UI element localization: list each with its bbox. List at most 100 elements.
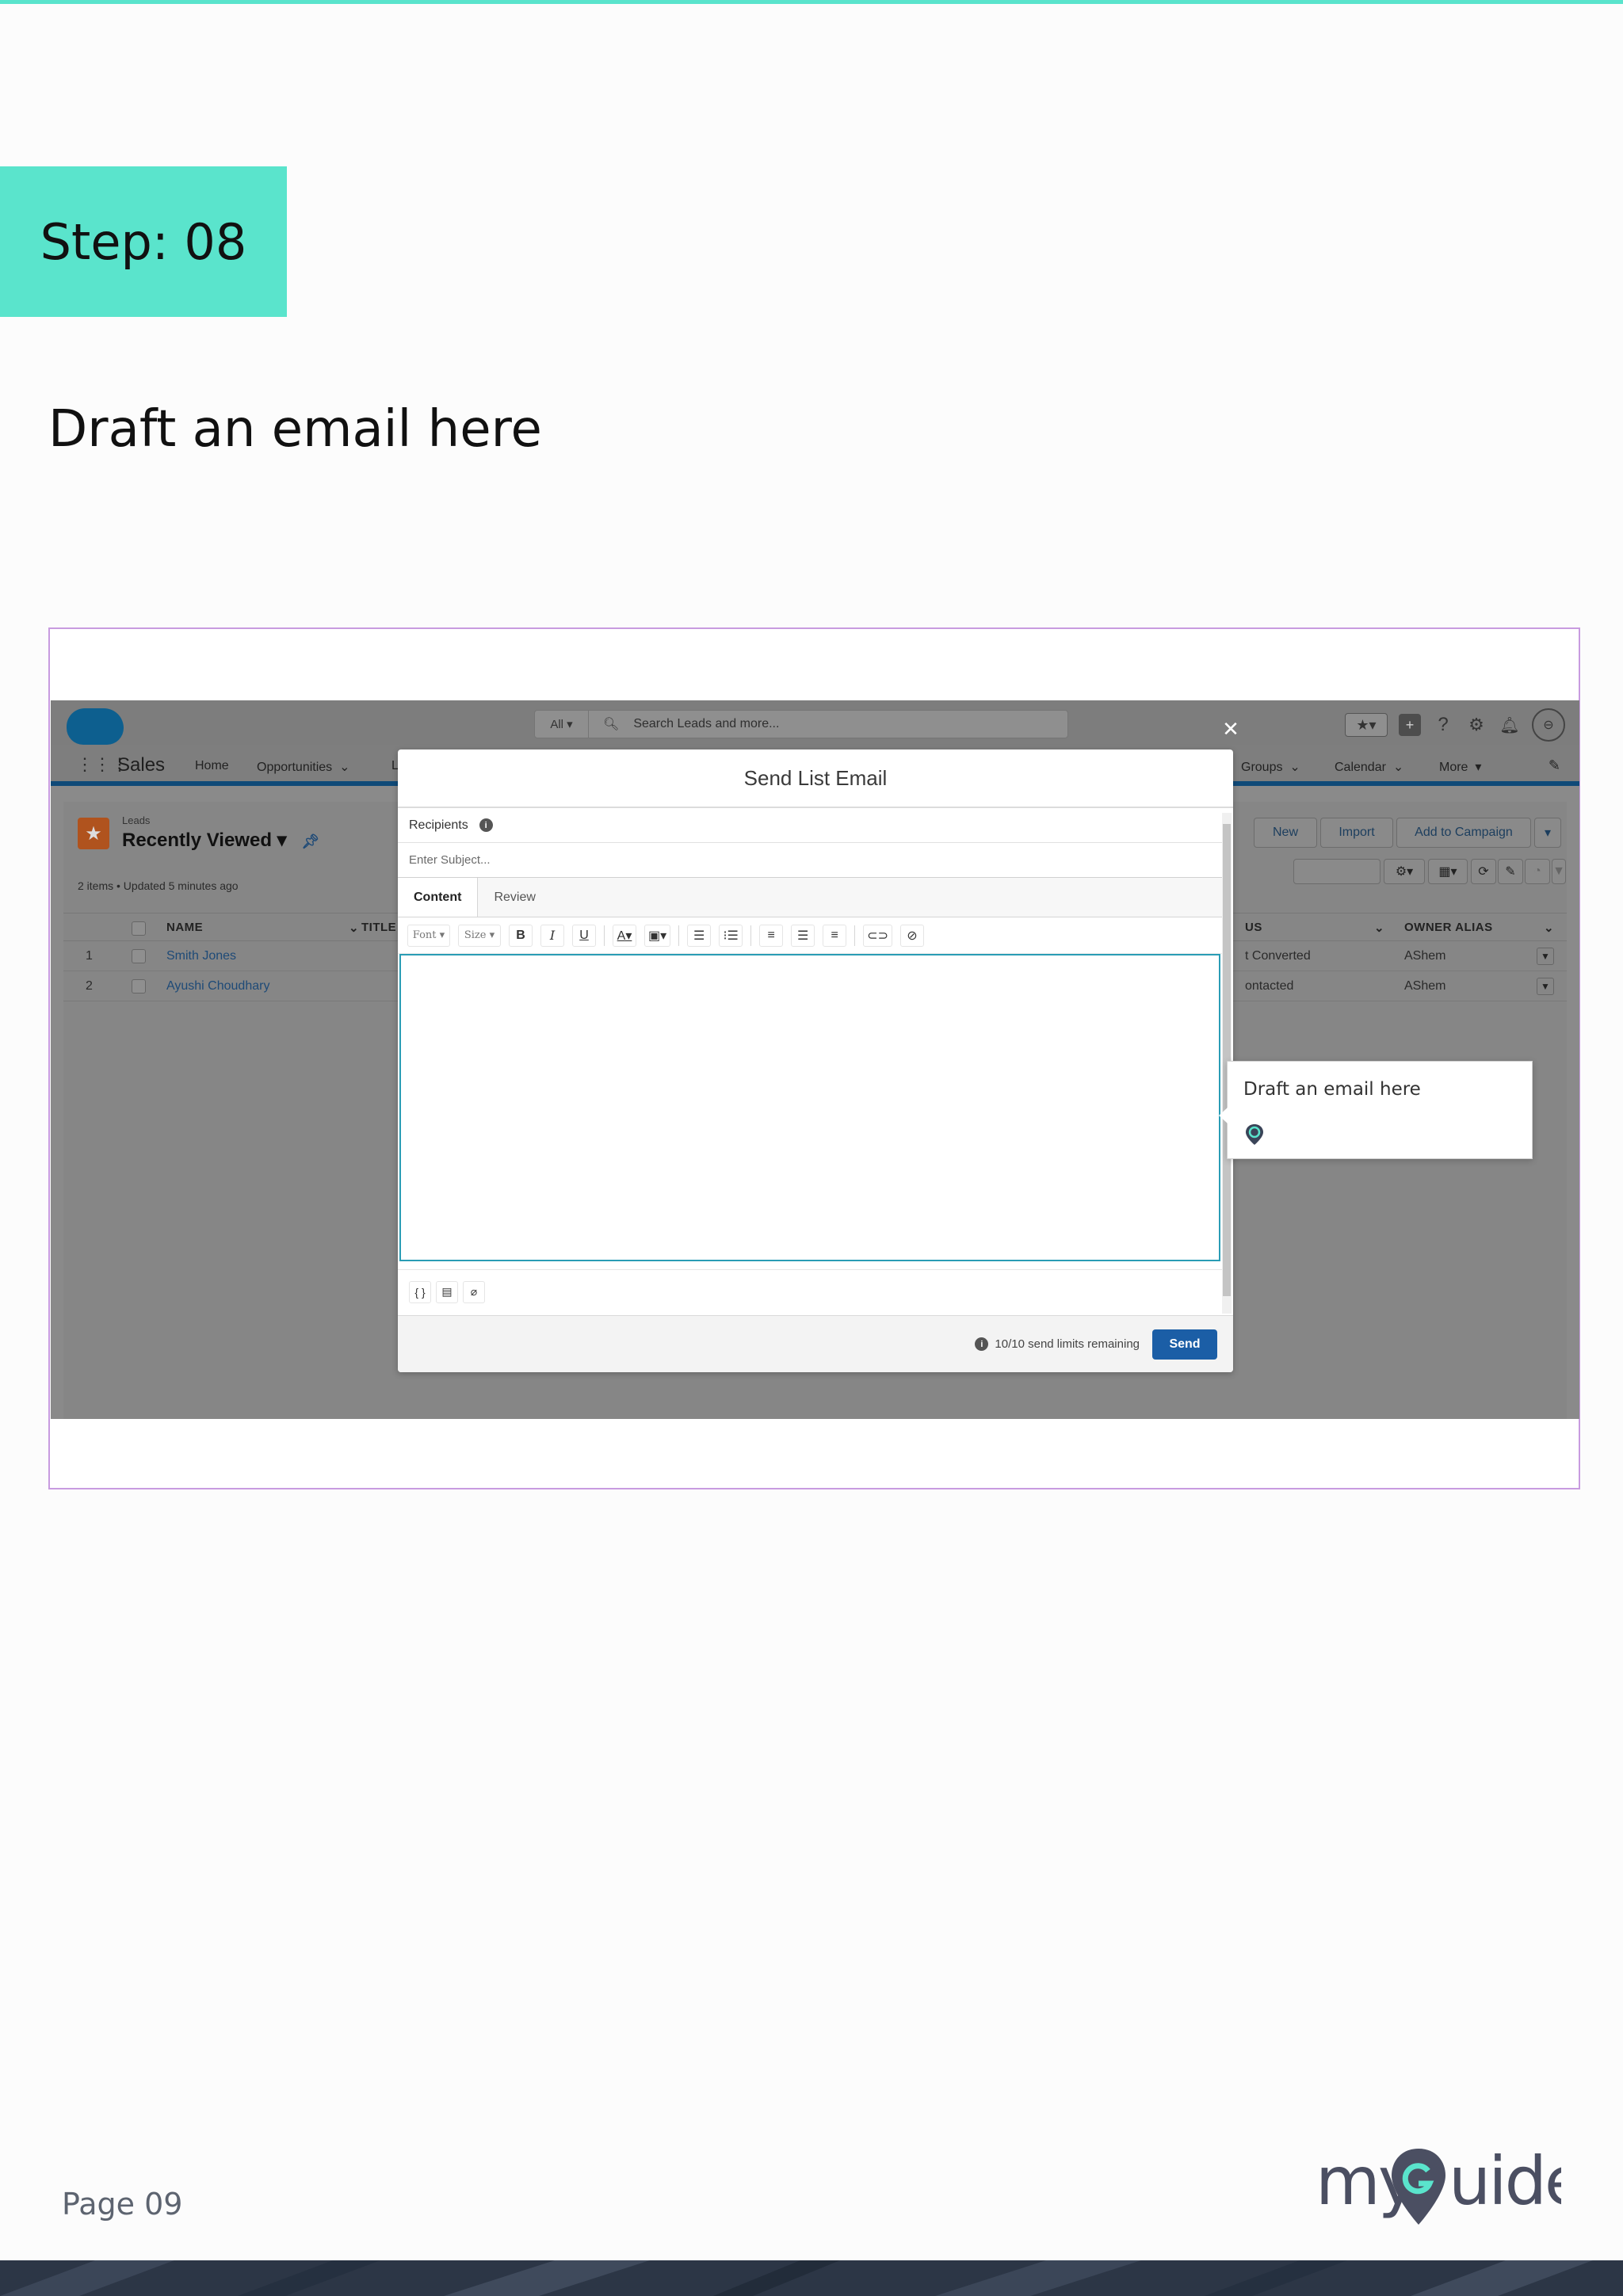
send-list-email-modal: Send List Email Recipients i Enter Subje…	[398, 749, 1233, 1372]
modal-title: Send List Email	[398, 749, 1233, 808]
remove-format-icon[interactable]: ⊘	[899, 924, 924, 947]
salesforce-logo	[67, 708, 124, 745]
column-sort-icon[interactable]: ⌄	[349, 921, 359, 935]
close-icon[interactable]: ✕	[1216, 715, 1245, 743]
app-launcher-icon[interactable]: ⋮⋮⋮	[76, 754, 128, 776]
list-meta: 2 items • Updated 5 minutes ago	[78, 879, 239, 892]
svg-text:uide: uide	[1449, 2142, 1561, 2220]
list-view-selector[interactable]: Recently Viewed ▾ 📌︎	[122, 829, 319, 852]
lead-name-link[interactable]: Smith Jones	[166, 949, 236, 963]
toolbar-divider	[604, 925, 605, 946]
step-badge: Step: 08	[0, 166, 287, 317]
template-icon[interactable]: ▤	[436, 1280, 458, 1303]
chart-icon[interactable]: ◔	[1525, 859, 1550, 884]
help-icon[interactable]: ?	[1432, 714, 1454, 736]
tooltip-text: Draft an email here	[1243, 1079, 1421, 1100]
bold-icon[interactable]: B	[509, 924, 533, 947]
size-select[interactable]: Size ▾	[458, 924, 501, 947]
nav-item-home[interactable]: Home	[195, 759, 229, 773]
info-icon: i	[975, 1337, 989, 1351]
display-as-icon[interactable]: ▦▾	[1428, 859, 1468, 884]
search-icon: 🔍︎	[603, 718, 620, 731]
import-button[interactable]: Import	[1320, 818, 1393, 848]
merge-field-icon[interactable]: { }	[409, 1280, 431, 1303]
column-sort-icon[interactable]: ⌄	[1544, 921, 1554, 935]
search-scope-dropdown[interactable]: All ▾	[535, 711, 589, 738]
bulleted-list-icon[interactable]: ⁝☰	[719, 924, 743, 947]
guide-tooltip: Draft an email here	[1219, 1061, 1533, 1159]
bell-icon[interactable]: 🔔︎	[1499, 714, 1521, 736]
edit-nav-icon[interactable]: ✎	[1549, 757, 1560, 774]
nav-item-calendar[interactable]: Calendar ⌄	[1335, 759, 1403, 775]
send-limit-text: 10/10 send limits remaining	[995, 1337, 1140, 1351]
font-select[interactable]: Font ▾	[407, 924, 450, 947]
column-header-status[interactable]: US	[1245, 921, 1262, 934]
refresh-icon[interactable]: ⟳	[1471, 859, 1496, 884]
column-sort-icon[interactable]: ⌄	[1374, 921, 1384, 935]
subject-input[interactable]: Enter Subject...	[398, 843, 1222, 878]
recipients-field[interactable]: Recipients i	[398, 808, 1222, 843]
list-settings-icon[interactable]: ⚙▾	[1384, 859, 1425, 884]
align-right-icon[interactable]: ≡	[823, 924, 847, 947]
favorites-icon[interactable]: ★▾	[1345, 713, 1388, 737]
text-color-icon[interactable]: A▾	[613, 924, 636, 947]
toolbar-divider	[750, 925, 752, 946]
lead-status: t Converted	[1245, 949, 1311, 963]
send-button[interactable]: Send	[1152, 1329, 1217, 1360]
image-icon[interactable]: ▣▾	[644, 924, 671, 947]
italic-icon[interactable]: I	[540, 924, 564, 947]
search-placeholder: Search Leads and more...	[633, 717, 780, 730]
avatar[interactable]: ⊖	[1532, 708, 1565, 742]
tab-content[interactable]: Content	[398, 878, 479, 917]
step-instruction: Draft an email here	[48, 400, 542, 459]
email-body-editor[interactable]	[399, 954, 1220, 1261]
nav-item-more[interactable]: More ▾	[1439, 759, 1481, 775]
myguide-pin-icon	[1246, 1124, 1263, 1145]
more-actions-button[interactable]: ▾	[1534, 818, 1561, 848]
rich-text-toolbar: Font ▾ Size ▾ B I U A▾ ▣▾ ☰ ⁝☰ ≡ ☰ ≡ ⊂⊃ …	[398, 917, 1222, 954]
new-button[interactable]: New	[1254, 818, 1317, 848]
editor-tabs: Content Review	[398, 878, 1222, 917]
add-to-campaign-button[interactable]: Add to Campaign	[1396, 818, 1531, 848]
header-utilities: ★▾ + ? ⚙ 🔔︎ ⊖	[1345, 708, 1565, 742]
list-search-input[interactable]	[1293, 859, 1381, 884]
toolbar-divider	[678, 925, 680, 946]
attachment-icon[interactable]: ⌀	[463, 1280, 485, 1303]
scrollbar-thumb[interactable]	[1223, 824, 1231, 1296]
column-header-name[interactable]: NAME	[166, 921, 203, 934]
nav-item-groups[interactable]: Groups ⌄	[1241, 759, 1300, 775]
lead-name-link[interactable]: Ayushi Choudhary	[166, 979, 269, 994]
info-icon[interactable]: i	[479, 818, 493, 832]
gear-icon[interactable]: ⚙	[1465, 714, 1487, 736]
app-name: Sales	[117, 754, 166, 776]
align-left-icon[interactable]: ≡	[759, 924, 784, 947]
numbered-list-icon[interactable]: ☰	[687, 924, 712, 947]
owner-alias: AShem	[1404, 979, 1446, 993]
filter-icon[interactable]: ▼	[1552, 859, 1566, 884]
underline-icon[interactable]: U	[572, 924, 596, 947]
salesforce-screenshot: All ▾ 🔍︎ Search Leads and more... ★▾ + ?…	[51, 700, 1579, 1419]
align-center-icon[interactable]: ☰	[791, 924, 815, 947]
top-accent-rule	[0, 0, 1623, 4]
link-icon[interactable]: ⊂⊃	[863, 924, 892, 947]
footer-pattern	[0, 2260, 1593, 2296]
tab-review[interactable]: Review	[478, 878, 551, 917]
row-checkbox[interactable]	[132, 979, 146, 994]
object-label: Leads	[122, 814, 151, 826]
pin-icon[interactable]: 📌︎	[301, 833, 319, 849]
owner-alias: AShem	[1404, 949, 1446, 963]
footer-bar	[0, 2260, 1623, 2296]
send-limit-notice: i 10/10 send limits remaining	[975, 1337, 1140, 1351]
page-number: Page 09	[62, 2187, 183, 2222]
nav-item-opportunities[interactable]: Opportunities ⌄	[257, 759, 349, 775]
column-header-owner-alias[interactable]: OWNER ALIAS	[1404, 921, 1493, 934]
row-actions-menu[interactable]: ▼	[1537, 948, 1554, 965]
global-search[interactable]: All ▾ 🔍︎ Search Leads and more...	[534, 710, 1068, 738]
edit-list-icon[interactable]: ✎	[1498, 859, 1523, 884]
add-icon[interactable]: +	[1399, 714, 1421, 736]
select-all-checkbox[interactable]	[132, 921, 146, 936]
row-actions-menu[interactable]: ▼	[1537, 978, 1554, 995]
row-checkbox[interactable]	[132, 949, 146, 963]
row-number: 1	[86, 949, 93, 963]
column-header-title[interactable]: TITLE	[361, 921, 396, 934]
